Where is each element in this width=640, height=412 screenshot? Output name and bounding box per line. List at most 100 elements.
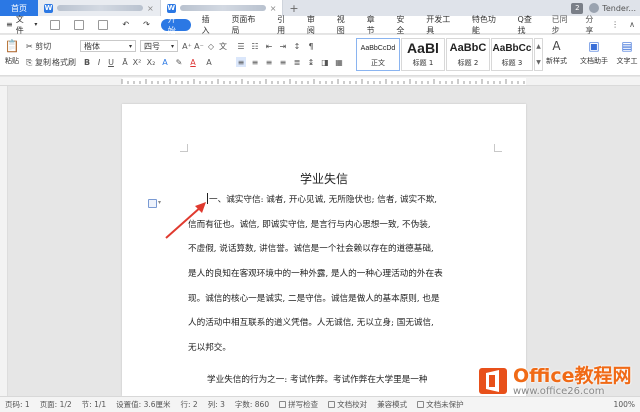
- justify-icon[interactable]: ≡: [278, 57, 288, 67]
- highlight-icon[interactable]: ✎: [174, 57, 184, 67]
- style-heading-2[interactable]: AaBbC 标题 2: [446, 38, 490, 71]
- window-count-badge[interactable]: 2: [571, 2, 584, 14]
- tab-view[interactable]: 视图: [330, 15, 360, 35]
- writer-icon: W: [44, 3, 53, 13]
- share-button[interactable]: 分享: [580, 14, 606, 36]
- sync-status[interactable]: 已同步: [547, 14, 581, 36]
- tab-page-layout[interactable]: 页面布局: [224, 15, 270, 35]
- text-line: 一、诚实守信: 诚者, 开心见诚, 无所隐伏也; 信者, 诚实不欺,: [188, 188, 456, 213]
- chevron-up-icon[interactable]: ▲: [536, 43, 541, 50]
- italic-icon[interactable]: I: [94, 57, 104, 67]
- status-section[interactable]: 节: 1/1: [77, 399, 111, 410]
- horizontal-ruler[interactable]: [0, 77, 640, 86]
- avatar: [589, 3, 600, 13]
- chevron-up-icon[interactable]: ∧: [624, 20, 640, 29]
- status-row[interactable]: 行: 2: [176, 399, 203, 410]
- spell-check-button[interactable]: 拼写检查: [274, 399, 323, 410]
- doc-proof-button[interactable]: 文档校对: [323, 399, 372, 410]
- more-icon[interactable]: ⋮: [606, 20, 624, 29]
- close-icon[interactable]: ×: [147, 4, 154, 13]
- border-icon[interactable]: ▦: [334, 57, 344, 67]
- paste-button[interactable]: 📋 粘贴: [4, 38, 20, 66]
- indent-icon[interactable]: ⇥: [278, 41, 288, 51]
- text-line: 现。诚信的核心一是诚实, 二是守信。诚信是做人的基本原则, 也是: [188, 293, 440, 304]
- protect-status[interactable]: 文档未保护: [412, 399, 469, 410]
- bold-icon[interactable]: B: [82, 57, 92, 67]
- format-painter-label: 格式刷: [52, 58, 76, 67]
- quick-open-icon[interactable]: [67, 16, 91, 34]
- tab-developer[interactable]: 开发工具: [419, 15, 465, 35]
- site-watermark: Office教程网 www.office26.com: [476, 359, 638, 403]
- copy-button[interactable]: ⎘ 复制: [26, 57, 51, 68]
- status-page-num[interactable]: 页码: 1: [0, 399, 35, 410]
- text-tools-button[interactable]: ▤ 文字工: [614, 38, 640, 66]
- quick-print-icon[interactable]: [91, 16, 115, 34]
- paragraph-layout-icon[interactable]: [148, 199, 157, 208]
- status-col[interactable]: 列: 3: [203, 399, 230, 410]
- style-gallery-scroll[interactable]: ▲ ▼: [534, 38, 543, 71]
- style-heading-1[interactable]: AaBl 标题 1: [401, 38, 445, 71]
- tab-review[interactable]: 审阅: [300, 15, 330, 35]
- paragraph-1[interactable]: 一、诚实守信: 诚者, 开心见诚, 无所隐伏也; 信者, 诚实不欺, 信而有征也…: [188, 188, 456, 361]
- menu-bar: ≡ 文件 ▾ ↶ ↷ 开始 插入 页面布局 引用 审阅 视图 章节 安全 开发工…: [0, 14, 640, 36]
- text-tools-label: 文字工: [616, 57, 638, 65]
- document-title[interactable]: 学业失信: [122, 170, 526, 187]
- vertical-ruler[interactable]: [0, 86, 8, 396]
- font-size-select[interactable]: 四号 ▾: [140, 40, 178, 52]
- sort-icon[interactable]: ↕: [292, 41, 302, 51]
- chevron-down-icon[interactable]: ▼: [536, 59, 541, 66]
- margin-corner-mark: [494, 144, 502, 152]
- cut-button[interactable]: ✂ 剪切: [26, 41, 51, 52]
- undo-icon[interactable]: ↶: [115, 16, 136, 34]
- strikethrough-icon[interactable]: Ā: [120, 57, 130, 67]
- new-style-button[interactable]: A 新样式: [546, 38, 567, 66]
- shading-icon[interactable]: ◨: [320, 57, 330, 67]
- subscript-icon[interactable]: X₂: [146, 57, 156, 67]
- tab-chapter[interactable]: 章节: [360, 15, 390, 35]
- clear-format-icon[interactable]: ◇: [206, 41, 216, 51]
- document-page[interactable]: 学业失信 ▾ 一、诚实守信: 诚者, 开心见诚, 无所隐伏也; 信者, 诚实不欺…: [122, 104, 526, 396]
- font-name-select[interactable]: 楷体 ▾: [80, 40, 136, 52]
- paragraph-2[interactable]: 学业失信的行为之一: 考试作弊。考试作弊在大学里是一种: [188, 368, 488, 393]
- shrink-font-icon[interactable]: A⁻: [194, 41, 204, 51]
- align-left-icon[interactable]: ≡: [236, 57, 246, 67]
- chevron-down-icon[interactable]: ▾: [158, 199, 161, 206]
- close-icon[interactable]: ×: [270, 4, 277, 13]
- align-right-icon[interactable]: ≡: [264, 57, 274, 67]
- align-center-icon[interactable]: ≡: [250, 57, 260, 67]
- compat-mode[interactable]: 兼容模式: [372, 399, 412, 410]
- status-word-count[interactable]: 字数: 860: [230, 399, 274, 410]
- superscript-icon[interactable]: X²: [132, 57, 142, 67]
- char-border-icon[interactable]: A: [204, 57, 214, 67]
- document-tab-1[interactable]: W ×: [38, 0, 161, 16]
- file-menu[interactable]: ≡ 文件 ▾: [0, 14, 43, 36]
- underline-icon[interactable]: U: [106, 57, 116, 67]
- bullet-list-icon[interactable]: ☰: [236, 41, 246, 51]
- tab-insert[interactable]: 插入: [195, 15, 225, 35]
- paste-icon: 📋: [4, 39, 20, 53]
- outdent-icon[interactable]: ⇤: [264, 41, 274, 51]
- font-color-icon[interactable]: A: [188, 57, 198, 67]
- line-spacing-icon[interactable]: ↨: [306, 57, 316, 67]
- search-button[interactable]: Q查找: [511, 15, 547, 35]
- grow-font-icon[interactable]: A⁺: [182, 41, 192, 51]
- status-page[interactable]: 页面: 1/2: [35, 399, 77, 410]
- style-heading-3[interactable]: AaBbCc 标题 3: [491, 38, 533, 71]
- status-setting-value[interactable]: 设置值: 3.6厘米: [111, 399, 175, 410]
- distributed-icon[interactable]: ≣: [292, 57, 302, 67]
- style-normal[interactable]: AaBbCcDd 正文: [356, 38, 400, 71]
- doc-assistant-button[interactable]: ▣ 文档助手: [580, 38, 608, 66]
- format-painter-button[interactable]: 格式刷: [52, 57, 76, 68]
- watermark-brand: Office教程网: [513, 364, 632, 387]
- quick-save-icon[interactable]: [43, 16, 67, 34]
- redo-icon[interactable]: ↷: [136, 16, 157, 34]
- show-marks-icon[interactable]: ¶: [306, 41, 316, 51]
- text-effect-icon[interactable]: A: [160, 57, 170, 67]
- numbered-list-icon[interactable]: ☷: [250, 41, 260, 51]
- tab-home-ribbon[interactable]: 开始: [160, 15, 191, 35]
- tab-references[interactable]: 引用: [270, 15, 300, 35]
- phonetic-icon[interactable]: 文: [218, 41, 228, 51]
- tab-special-features[interactable]: 特色功能: [465, 15, 511, 35]
- tab-security[interactable]: 安全: [389, 15, 419, 35]
- style-label: 正文: [371, 59, 385, 67]
